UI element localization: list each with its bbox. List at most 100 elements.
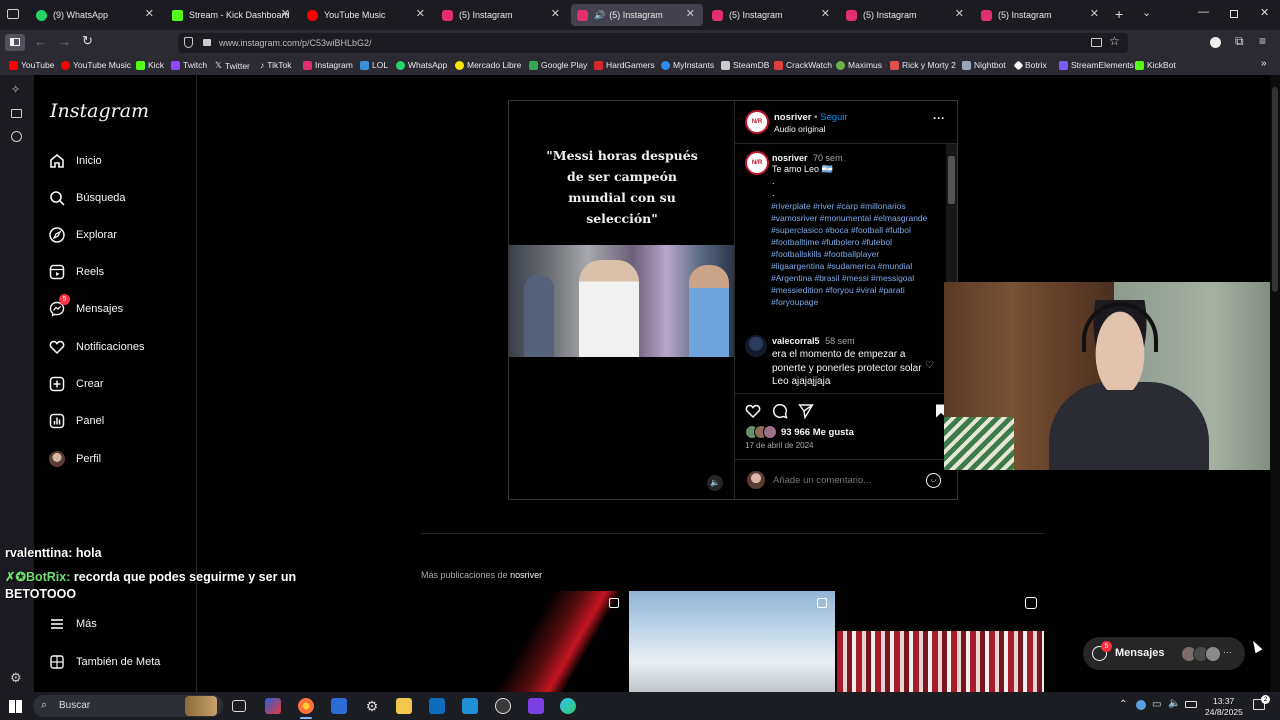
lock-icon[interactable] bbox=[203, 39, 211, 46]
chevron-down-icon[interactable]: ⌄ bbox=[1142, 6, 1151, 19]
messages-pill[interactable]: 5 Mensajes ··· bbox=[1083, 637, 1245, 670]
back-icon[interactable]: ← bbox=[34, 34, 47, 49]
page-scrollbar[interactable] bbox=[1270, 75, 1280, 692]
bookmark-rick-y-morty[interactable]: Rick y Morty 2 bbox=[890, 60, 956, 70]
reader-view-icon[interactable] bbox=[1091, 38, 1102, 47]
maximize-icon[interactable] bbox=[1230, 10, 1238, 18]
mute-icon[interactable]: 🔈 bbox=[707, 475, 723, 491]
url-bar[interactable]: www.instagram.com/p/C53wiBHLbG2/ ☆ bbox=[178, 33, 1128, 53]
bookmark-mercado-libre[interactable]: Mercado Libre bbox=[455, 60, 521, 70]
nav-explorar[interactable]: Explorar bbox=[48, 226, 117, 244]
shield-icon[interactable] bbox=[184, 37, 193, 48]
liked-by-avatars[interactable] bbox=[745, 425, 781, 439]
bookmark-kick[interactable]: Kick bbox=[136, 60, 164, 70]
account-icon[interactable] bbox=[1210, 37, 1221, 48]
volume-icon[interactable]: 🔈 bbox=[1168, 698, 1180, 709]
bookmark-maximus[interactable]: Maximus bbox=[836, 60, 882, 70]
bookmark-whatsapp[interactable]: WhatsApp bbox=[396, 60, 447, 70]
thumbnail-post[interactable] bbox=[421, 591, 627, 692]
edge-icon[interactable] bbox=[560, 698, 576, 714]
tab-instagram[interactable]: (5) Instagram ✕ bbox=[436, 4, 568, 26]
more-options-icon[interactable]: ··· bbox=[933, 111, 945, 125]
forward-icon[interactable]: → bbox=[58, 34, 71, 49]
comment-username[interactable]: valecorral5 bbox=[772, 336, 820, 346]
nav-mas[interactable]: Más bbox=[48, 615, 97, 633]
close-icon[interactable]: ✕ bbox=[551, 7, 560, 20]
close-icon[interactable]: ✕ bbox=[416, 7, 425, 20]
close-icon[interactable]: ✕ bbox=[955, 7, 964, 20]
minimize-icon[interactable]: — bbox=[1198, 6, 1209, 18]
caption-username[interactable]: nosriver bbox=[772, 153, 808, 163]
bookmark-star-icon[interactable]: ☆ bbox=[1109, 34, 1120, 48]
bookmark-twitter[interactable]: 𝕏 Twitter bbox=[215, 60, 250, 71]
post-media[interactable]: "Messi horas después de ser campeón mund… bbox=[509, 101, 734, 499]
bookmark-streamelements[interactable]: StreamElements bbox=[1059, 60, 1134, 70]
history-icon[interactable] bbox=[11, 131, 22, 142]
nav-panel[interactable]: Panel bbox=[48, 412, 104, 430]
obs-icon[interactable] bbox=[495, 698, 511, 714]
commenter-avatar[interactable] bbox=[745, 335, 767, 357]
thumbnail-post[interactable] bbox=[837, 591, 1044, 692]
reload-icon[interactable]: ↻ bbox=[82, 33, 93, 49]
bookmark-nightbot[interactable]: Nightbot bbox=[962, 60, 1006, 70]
instagram-logo[interactable]: Instagram bbox=[50, 100, 149, 122]
taskbar-date[interactable]: 24/8/2025 bbox=[1205, 707, 1243, 717]
bookmark-lol[interactable]: LOL bbox=[360, 60, 388, 70]
twitch-studio-icon[interactable] bbox=[528, 698, 544, 714]
bookmark-tiktok[interactable]: ♪ TikTok bbox=[260, 60, 292, 70]
bookmark-twitch[interactable]: Twitch bbox=[171, 60, 207, 70]
bookmark-hardgamers[interactable]: HardGamers bbox=[594, 60, 655, 70]
close-icon[interactable]: ✕ bbox=[145, 7, 154, 20]
taskbar-search[interactable]: ⌕ Buscar bbox=[33, 695, 223, 717]
like-icon[interactable] bbox=[745, 403, 761, 424]
tab-instagram[interactable]: (5) Instagram ✕ bbox=[975, 4, 1107, 26]
menu-icon[interactable]: ≡ bbox=[1259, 34, 1266, 48]
nav-reels[interactable]: Reels bbox=[48, 263, 104, 281]
audio-label[interactable]: Audio original bbox=[774, 124, 826, 134]
firefox-icon[interactable] bbox=[298, 698, 314, 714]
caption-hashtags[interactable]: #riverplate #river #carp #millonarios #v… bbox=[771, 200, 931, 308]
nav-tambien-de-meta[interactable]: También de Meta bbox=[48, 653, 160, 671]
file-explorer-icon[interactable] bbox=[396, 698, 412, 714]
thumbnail-post[interactable] bbox=[629, 591, 835, 692]
author-avatar[interactable]: N/R bbox=[745, 110, 769, 134]
bookmark-kickbot[interactable]: KickBot bbox=[1135, 60, 1176, 70]
outlook-icon[interactable] bbox=[429, 698, 445, 714]
bookmark-crackwatch[interactable]: CrackWatch bbox=[774, 60, 832, 70]
network-icon[interactable]: ▭ bbox=[1152, 699, 1161, 710]
tab-youtube-music[interactable]: YouTube Music ✕ bbox=[301, 4, 433, 26]
tray-app-icon[interactable] bbox=[1136, 700, 1146, 710]
close-icon[interactable]: ✕ bbox=[1090, 7, 1099, 20]
share-icon[interactable] bbox=[798, 403, 814, 424]
synced-tabs-icon[interactable] bbox=[11, 109, 22, 118]
bookmark-youtube-music[interactable]: YouTube Music bbox=[61, 60, 131, 70]
likes-count[interactable]: 93 966 Me gusta bbox=[781, 427, 854, 438]
comments-list[interactable]: N/R nosriver 70 sem Te amo Leo 🇦🇷 . . #r… bbox=[735, 144, 959, 393]
nav-crear[interactable]: Crear bbox=[48, 375, 104, 393]
author-avatar[interactable]: N/R bbox=[745, 151, 769, 175]
tab-kick-dashboard[interactable]: Stream - Kick Dashboard ✕ bbox=[166, 4, 298, 26]
bookmark-google-play[interactable]: Google Play bbox=[529, 60, 587, 70]
url-text[interactable]: www.instagram.com/p/C53wiBHLbG2/ bbox=[219, 38, 372, 48]
nav-perfil[interactable]: Perfil bbox=[48, 450, 101, 468]
store-icon[interactable] bbox=[331, 698, 347, 714]
comment-icon[interactable] bbox=[772, 403, 788, 424]
more-posts-user[interactable]: nosriver bbox=[510, 570, 542, 580]
settings-gear-icon[interactable]: ⚙ bbox=[10, 670, 22, 686]
close-icon[interactable]: ✕ bbox=[821, 7, 830, 20]
emoji-icon[interactable]: ◡ bbox=[926, 473, 941, 488]
nav-inicio[interactable]: Inicio bbox=[48, 152, 102, 170]
nav-notificaciones[interactable]: Notificaciones bbox=[48, 338, 144, 356]
bookmark-steamdb[interactable]: SteamDB bbox=[721, 60, 769, 70]
new-tab-icon[interactable]: + bbox=[1115, 6, 1123, 22]
bookmark-myinstants[interactable]: MyInstants bbox=[661, 60, 714, 70]
nav-mensajes[interactable]: 5 Mensajes bbox=[48, 294, 123, 318]
windows-start-icon[interactable] bbox=[9, 700, 22, 713]
comment-input[interactable] bbox=[773, 472, 918, 488]
sidebar-toggle-icon[interactable] bbox=[5, 34, 25, 51]
bookmark-youtube[interactable]: YouTube bbox=[9, 60, 54, 70]
comment-like-icon[interactable]: ♡ bbox=[925, 360, 934, 371]
app-icon[interactable] bbox=[265, 698, 281, 714]
tray-chevron-icon[interactable]: ⌃ bbox=[1119, 699, 1127, 710]
speaker-icon[interactable]: 🔊 bbox=[594, 10, 605, 21]
